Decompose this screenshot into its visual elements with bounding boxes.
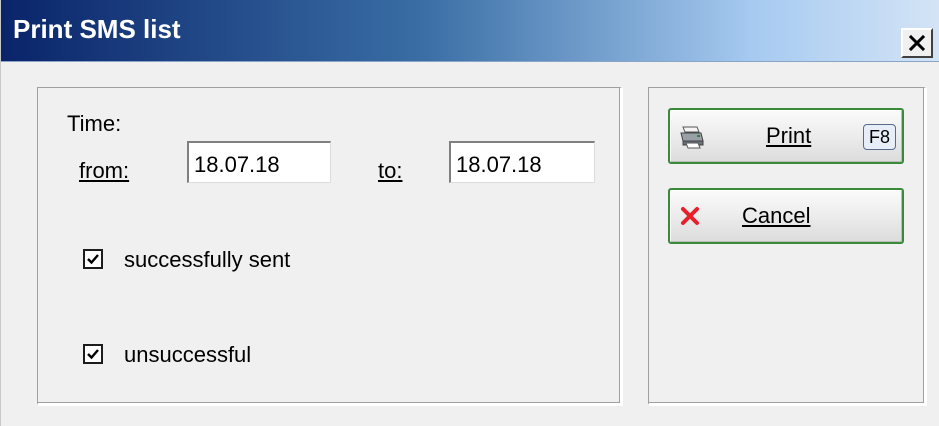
from-date-input[interactable] <box>187 141 331 183</box>
print-button[interactable]: Print F8 <box>668 108 904 164</box>
cancel-button[interactable]: Cancel <box>668 188 904 244</box>
to-label: to: <box>378 158 403 183</box>
dialog-title: Print SMS list <box>13 14 181 44</box>
time-label: Time: <box>67 111 122 136</box>
f8-shortcut-badge: F8 <box>863 124 896 150</box>
printer-icon <box>680 126 704 149</box>
unsuccessful-label: unsuccessful <box>124 342 252 367</box>
close-icon <box>909 35 925 51</box>
successfully-sent-label: successfully sent <box>124 247 291 272</box>
print-sms-list-dialog: Print SMS list Time: from: to: successfu… <box>0 0 939 426</box>
print-button-label: Print <box>766 123 812 148</box>
to-date-input[interactable] <box>449 141 595 183</box>
cancel-button-label: Cancel <box>742 203 811 228</box>
red-x-icon <box>681 207 699 225</box>
successfully-sent-checkbox[interactable] <box>83 249 103 269</box>
checkmark-icon <box>87 254 99 265</box>
checkmark-icon <box>87 349 99 360</box>
title-bar[interactable]: Print SMS list <box>1 0 939 62</box>
unsuccessful-checkbox[interactable] <box>83 344 103 364</box>
close-button[interactable] <box>901 28 933 58</box>
from-label: from: <box>79 158 130 183</box>
